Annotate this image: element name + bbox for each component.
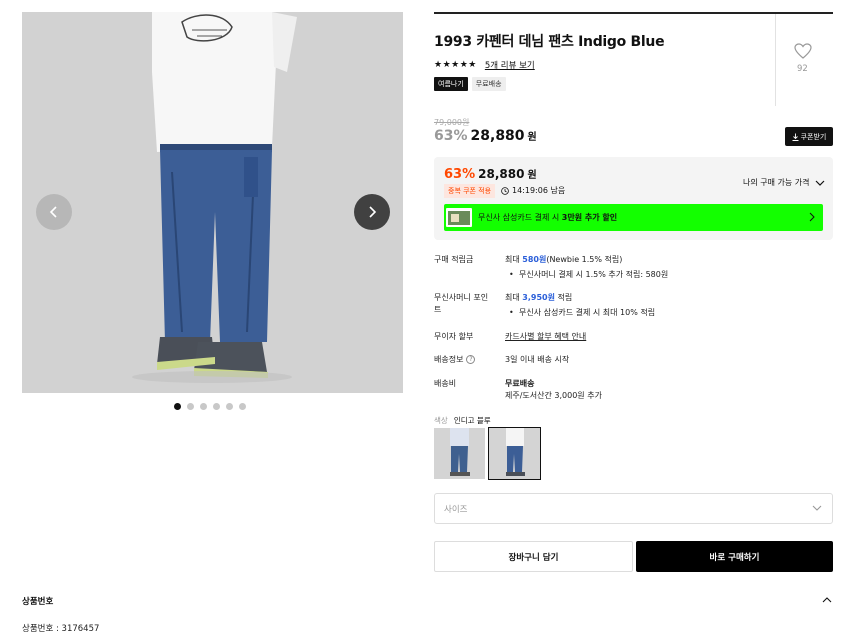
product-image [22, 12, 403, 393]
heart-icon [794, 43, 812, 59]
color-option-label: 색상 인디고 블루 [434, 416, 491, 425]
vertical-divider [775, 14, 776, 106]
countdown-timer: 14:19:06 남음 [501, 185, 565, 196]
model-photo [22, 12, 403, 393]
sale-price: 28,880 [470, 128, 525, 144]
benefit-discount-percent: 63% [444, 167, 476, 182]
prev-image-button[interactable] [36, 194, 72, 230]
pagination-dot[interactable] [213, 403, 220, 410]
rating-row: ★★★★★ 5개 리뷰 보기 [434, 59, 535, 71]
download-icon [792, 133, 799, 141]
money-points-value: 최대 3,950원 적립 무신사 삼성카드 결제 시 최대 10% 적립 [505, 292, 825, 319]
next-image-button[interactable] [354, 194, 390, 230]
discount-percent: 63% [434, 128, 468, 144]
my-price-label: 나의 구매 가능 가격 [743, 178, 810, 187]
my-price-toggle[interactable]: 나의 구매 가능 가격 [743, 177, 825, 188]
review-link[interactable]: 5개 리뷰 보기 [485, 59, 535, 71]
add-to-cart-button[interactable]: 장바구니 담기 [434, 541, 633, 572]
pagination-dot[interactable] [187, 403, 194, 410]
installment-label: 무이자 할부 [434, 332, 474, 341]
shipping-label: 배송정보? [434, 354, 494, 366]
coupon-button[interactable]: 쿠폰받기 [785, 127, 833, 146]
like-count: 92 [797, 64, 808, 74]
size-placeholder: 사이즈 [444, 504, 468, 515]
fee-label: 배송비 [434, 379, 457, 388]
size-select[interactable]: 사이즈 [434, 493, 833, 524]
points-value: 최대 580원(Newbie 1.5% 적립) 무신사머니 결제 시 1.5% … [505, 254, 825, 281]
benefit-price-value: 28,880 [478, 167, 525, 181]
currency-unit: 원 [527, 132, 537, 143]
fee-value: 무료배송 제주/도서산간 3,000원 추가 [505, 379, 602, 400]
star-rating: ★★★★★ [434, 60, 477, 70]
card-image-icon [446, 208, 472, 227]
help-icon[interactable]: ? [466, 355, 476, 364]
section-heading: 상품번호 [22, 597, 54, 607]
chevron-left-icon [49, 206, 57, 218]
coupon-button-label: 쿠폰받기 [800, 132, 827, 141]
card-promo-banner[interactable]: 무신사 삼성카드 결제 시 3만원 추가 할인 [444, 204, 823, 231]
buy-now-button[interactable]: 바로 구매하기 [636, 541, 833, 572]
like-button[interactable] [794, 43, 812, 63]
badge-free-shipping: 무료배송 [471, 77, 506, 91]
points-label: 구매 적립금 [434, 255, 474, 264]
badge-summer: 여름나기 [434, 77, 468, 91]
benefit-currency: 원 [527, 170, 537, 181]
original-price: 79,000원 [434, 118, 470, 127]
benefit-price: 63% 28,880 원 [444, 166, 537, 182]
pagination-dot[interactable] [239, 403, 246, 410]
pagination-dot[interactable] [226, 403, 233, 410]
price-row: 63% 28,880 원 [434, 128, 537, 144]
money-points-label: 무신사머니 포인트 [434, 293, 489, 314]
top-divider [434, 12, 833, 14]
chevron-down-icon [815, 180, 824, 186]
timer-text: 14:19:06 남음 [512, 186, 566, 195]
chevron-up-icon[interactable] [822, 597, 832, 603]
color-swatch-selected[interactable] [488, 427, 541, 480]
dup-coupon-tag: 중복 쿠폰 적용 [444, 184, 496, 198]
clock-icon [501, 186, 509, 195]
chevron-down-icon [812, 505, 822, 511]
installment-link[interactable]: 카드사별 할부 혜택 안내 [505, 332, 586, 341]
price-benefit-box: 63% 28,880 원 중복 쿠폰 적용 14:19:06 남음 나의 구매 … [434, 157, 833, 240]
product-number: 상품번호 : 3176457 [22, 624, 100, 634]
pagination-dot[interactable] [174, 403, 181, 410]
chevron-right-icon [369, 206, 377, 218]
shipping-value: 3일 이내 배송 시작 [505, 355, 570, 364]
chevron-right-icon [809, 212, 815, 222]
badge-row: 여름나기 무료배송 [434, 77, 506, 91]
color-swatch[interactable] [434, 428, 485, 479]
promo-text: 무신사 삼성카드 결제 시 3만원 추가 할인 [478, 213, 618, 222]
pagination-dot[interactable] [200, 403, 207, 410]
gallery-pagination [174, 403, 246, 410]
product-title: 1993 카펜터 데님 팬츠 Indigo Blue [434, 34, 665, 50]
